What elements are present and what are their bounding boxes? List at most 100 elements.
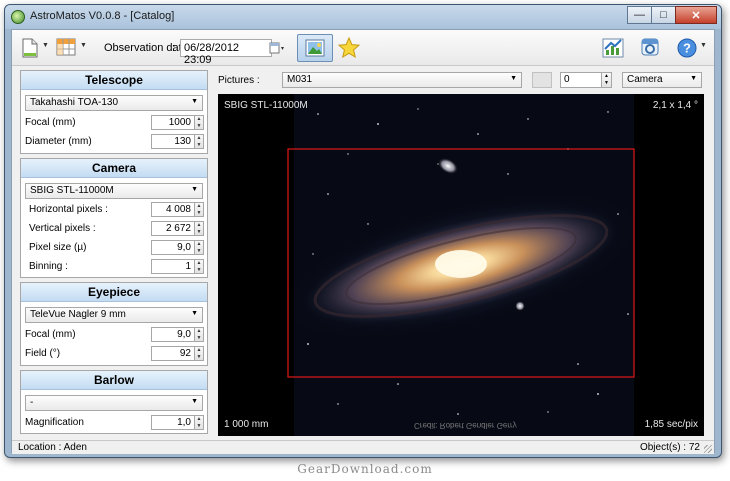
- telescope-focal-spinner[interactable]: ▲ ▼: [195, 115, 204, 130]
- calendar-button[interactable]: [268, 39, 286, 57]
- minimize-button[interactable]: —: [627, 6, 652, 24]
- status-object-count: Object(s) : 72: [639, 442, 700, 453]
- pictures-select[interactable]: M031 ▼: [282, 72, 522, 88]
- binning-input[interactable]: 1: [151, 259, 195, 274]
- new-document-icon[interactable]: [22, 38, 38, 61]
- status-location: Location : Aden: [18, 442, 87, 453]
- image-viewer[interactable]: SBIG STL-11000M 2,1 x 1,4 ° 1 000 mm 1,8…: [218, 94, 704, 436]
- telescope-focal-input[interactable]: 1000: [151, 115, 195, 130]
- eyepiece-heading: Eyepiece: [21, 283, 207, 302]
- favorites-star-icon[interactable]: [337, 36, 361, 62]
- eyepiece-field-label: Field (°): [25, 348, 61, 359]
- toolbar: ▼ ▼ Observation date : 06/28/2012 23:09: [12, 30, 714, 66]
- barlow-panel: Barlow - ▼ Magnification 1,0 ▲ ▼: [20, 370, 208, 434]
- window-controls: — □ ✕: [627, 6, 717, 24]
- chevron-down-icon: ▼: [690, 75, 697, 82]
- calendar-settings-icon[interactable]: [640, 37, 660, 60]
- chevron-down-icon: ▼: [191, 186, 198, 193]
- horizontal-pixels-label: Horizontal pixels :: [29, 204, 108, 215]
- telescope-select-value: Takahashi TOA-130: [30, 97, 119, 108]
- eyepiece-field-spinner[interactable]: ▲ ▼: [195, 346, 204, 361]
- table-icon[interactable]: [56, 38, 76, 59]
- status-bar: Location : Aden Object(s) : 72: [12, 440, 714, 454]
- title-bar[interactable]: AstroMatos V0.0.8 - [Catalog] — □ ✕: [5, 5, 721, 29]
- chevron-down-icon[interactable]: ▼: [700, 42, 707, 49]
- magnification-spinner[interactable]: ▲ ▼: [195, 415, 204, 430]
- viewer-focal-length: 1 000 mm: [224, 419, 269, 430]
- telescope-diameter-label: Diameter (mm): [25, 136, 92, 147]
- viewer-camera-name: SBIG STL-11000M: [224, 100, 308, 111]
- eyepiece-focal-label: Focal (mm): [25, 329, 76, 340]
- chevron-down-icon[interactable]: ▼: [42, 42, 49, 49]
- chevron-down-icon: ▼: [191, 98, 198, 105]
- window-title: AstroMatos V0.0.8 - [Catalog]: [30, 10, 175, 22]
- horizontal-pixels-spinner[interactable]: ▲ ▼: [195, 202, 204, 217]
- telescope-diameter-spinner[interactable]: ▲ ▼: [195, 134, 204, 149]
- resize-grip-icon[interactable]: [704, 445, 712, 453]
- watermark-logo: GearDownload.com: [297, 462, 433, 476]
- close-button[interactable]: ✕: [675, 6, 717, 24]
- telescope-select[interactable]: Takahashi TOA-130 ▼: [25, 95, 203, 111]
- help-icon[interactable]: ?: [676, 37, 698, 62]
- pictures-select-value: M031: [287, 74, 313, 85]
- barlow-select-value: -: [30, 397, 34, 408]
- svg-text:?: ?: [683, 41, 691, 56]
- camera-select[interactable]: SBIG STL-11000M ▼: [25, 183, 203, 199]
- app-icon: [11, 10, 25, 24]
- pixel-size-spinner[interactable]: ▲ ▼: [195, 240, 204, 255]
- pictures-label: Pictures :: [218, 75, 260, 86]
- calendar-icon: [269, 42, 284, 54]
- telescope-heading: Telescope: [21, 71, 207, 90]
- viewer-scale: 1,85 sec/pix: [644, 419, 698, 430]
- pixel-size-label: Pixel size (µ): [29, 242, 87, 253]
- eyepiece-panel: Eyepiece TeleVue Nagler 9 mm ▼ Focal (mm…: [20, 282, 208, 366]
- observation-date-input[interactable]: 06/28/2012 23:09: [180, 39, 272, 66]
- galaxy-core: [435, 250, 487, 278]
- close-icon: ✕: [691, 9, 701, 22]
- client-area: ▼ ▼ Observation date : 06/28/2012 23:09: [11, 29, 715, 454]
- camera-heading: Camera: [21, 159, 207, 178]
- maximize-icon: □: [660, 9, 667, 21]
- picture-icon: [305, 39, 325, 57]
- satellite-galaxy-m32: [515, 301, 525, 311]
- eyepiece-select-value: TeleVue Nagler 9 mm: [30, 309, 126, 320]
- telescope-panel: Telescope Takahashi TOA-130 ▼ Focal (mm)…: [20, 70, 208, 154]
- chevron-down-icon[interactable]: ▼: [80, 42, 87, 49]
- eyepiece-focal-spinner[interactable]: ▲ ▼: [195, 327, 204, 342]
- eyepiece-focal-input[interactable]: 9,0: [151, 327, 195, 342]
- horizontal-pixels-input[interactable]: 4 008: [151, 202, 195, 217]
- observation-date-label: Observation date: [104, 42, 188, 54]
- rotation-input[interactable]: 0: [560, 72, 602, 88]
- maximize-button[interactable]: □: [651, 6, 676, 24]
- telescope-diameter-input[interactable]: 130: [151, 134, 195, 149]
- vertical-pixels-label: Vertical pixels :: [29, 223, 96, 234]
- vertical-pixels-input[interactable]: 2 672: [151, 221, 195, 236]
- eyepiece-field-input[interactable]: 92: [151, 346, 195, 361]
- colon-separator: :: [172, 42, 176, 54]
- picture-nav-button[interactable]: [532, 72, 552, 88]
- rotation-spinner[interactable]: ▲ ▼: [602, 72, 612, 88]
- chevron-down-icon: ▼: [191, 310, 198, 317]
- barlow-select[interactable]: - ▼: [25, 395, 203, 411]
- chevron-down-icon: ▼: [191, 398, 198, 405]
- binning-spinner[interactable]: ▲ ▼: [195, 259, 204, 274]
- vertical-pixels-spinner[interactable]: ▲ ▼: [195, 221, 204, 236]
- viewer-field-size: 2,1 x 1,4 °: [652, 100, 698, 111]
- pixel-size-input[interactable]: 9,0: [151, 240, 195, 255]
- chart-icon[interactable]: [602, 37, 624, 62]
- view-mode-select[interactable]: Camera ▼: [622, 72, 702, 88]
- barlow-heading: Barlow: [21, 371, 207, 390]
- telescope-focal-label: Focal (mm): [25, 117, 76, 128]
- camera-panel: Camera SBIG STL-11000M ▼ Horizontal pixe…: [20, 158, 208, 278]
- eyepiece-select[interactable]: TeleVue Nagler 9 mm ▼: [25, 307, 203, 323]
- minimize-icon: —: [634, 9, 645, 21]
- image-credit: Credit: Robert Gendler Gerry: [414, 421, 517, 430]
- galaxy-image: [276, 94, 646, 436]
- view-mode-value: Camera: [627, 74, 663, 85]
- binning-label: Binning :: [29, 261, 68, 272]
- magnification-input[interactable]: 1,0: [151, 415, 195, 430]
- magnification-label: Magnification: [25, 417, 84, 428]
- app-window: AstroMatos V0.0.8 - [Catalog] — □ ✕ ▼ ▼ …: [4, 4, 722, 458]
- chevron-down-icon: ▼: [510, 75, 517, 82]
- picture-view-button[interactable]: [297, 34, 333, 62]
